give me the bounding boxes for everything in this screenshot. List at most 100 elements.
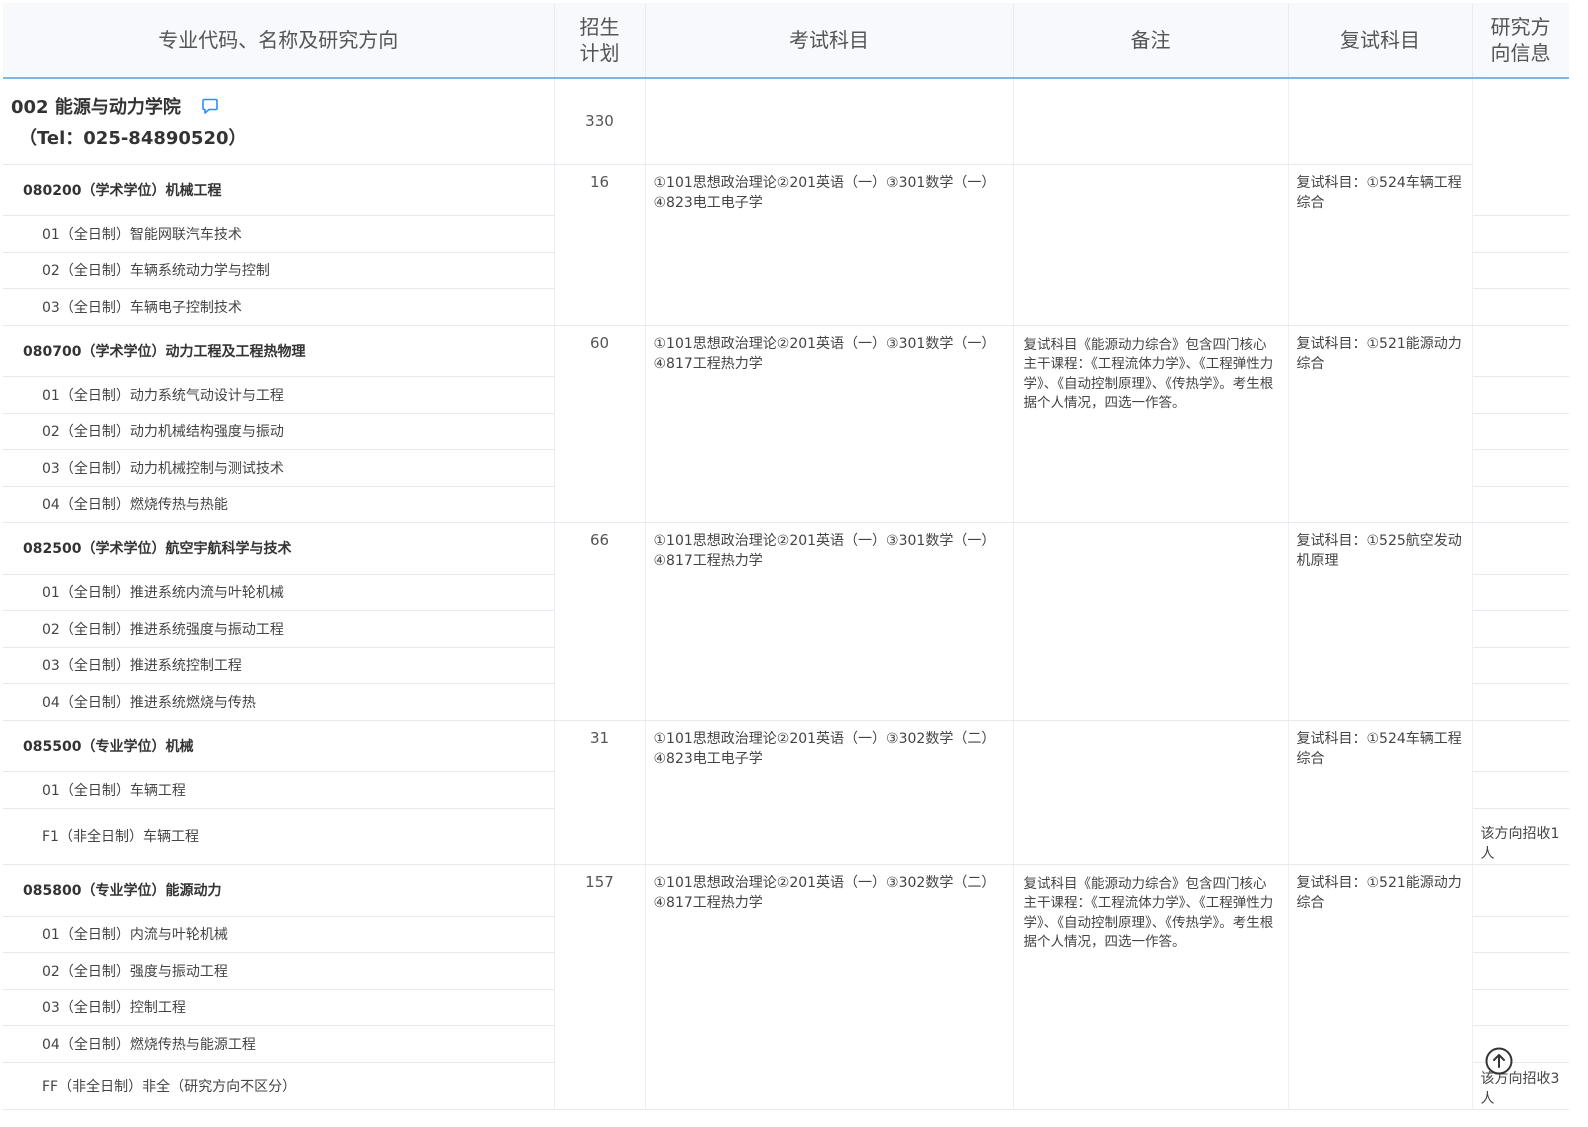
exam-line-2: ④817工程热力学 [653, 552, 763, 569]
major-info [1472, 325, 1569, 377]
header-info: 研究方 向信息 [1472, 3, 1569, 79]
college-tel: （Tel：025-84890520） [19, 128, 247, 149]
direction-info: 该方向招收1人 [1472, 808, 1569, 865]
exam-line-2: ④823电工电子学 [653, 194, 763, 211]
direction-info [1472, 449, 1569, 487]
major-row: 085800（专业学位）能源动力 157 ①101思想政治理论②201英语（一）③3… [3, 864, 1569, 1110]
major-note [1013, 720, 1289, 865]
major-row: 080200（学术学位）机械工程 16 ①101思想政治理论②201英语（一）③30… [3, 164, 1569, 326]
header-info-line2: 向信息 [1490, 41, 1551, 65]
major-plan: 157 [554, 864, 646, 1110]
exam-line-1: ①101思想政治理论②201英语（一）③301数学（一） [653, 335, 996, 352]
major-exam: ①101思想政治理论②201英语（一）③302数学（二） ④817工程热力学 [645, 864, 1014, 1110]
direction-info [1472, 647, 1569, 684]
major-title: 082500（学术学位）航空宇航科学与技术 [3, 522, 555, 575]
major-info [1472, 164, 1569, 216]
major-retest: 复试科目：①521能源动力综合 [1288, 864, 1473, 1110]
major-retest: 复试科目：①525航空发动机原理 [1288, 522, 1473, 721]
college-row: 002 能源与动力学院 （Tel：025-84890520） 330 [3, 78, 1569, 165]
college-note-cell [1013, 78, 1289, 165]
major-title: 080700（学术学位）动力工程及工程热物理 [3, 325, 555, 377]
comment-icon[interactable] [201, 97, 219, 123]
major-note: 复试科目《能源动力综合》包含四门核心主干课程：《工程流体力学》、《工程弹性力学》… [1013, 864, 1289, 1110]
major-note [1013, 522, 1289, 721]
college-info-cell [1472, 78, 1569, 164]
header-plan-line1: 招生 [579, 15, 620, 39]
header-note: 备注 [1013, 3, 1289, 79]
major-row: 082500（学术学位）航空宇航科学与技术 66 ①101思想政治理论②201英语（… [3, 522, 1569, 721]
major-title: 080200（学术学位）机械工程 [3, 164, 555, 216]
direction-name: 03（全日制）动力机械控制与测试技术 [3, 449, 555, 487]
exam-line-1: ①101思想政治理论②201英语（一）③302数学（二） [653, 874, 996, 891]
header-name: 专业代码、名称及研究方向 [3, 3, 555, 79]
exam-line-1: ①101思想政治理论②201英语（一）③301数学（一） [653, 532, 996, 549]
college-exam-cell [645, 78, 1014, 165]
direction-name: 02（全日制）强度与振动工程 [3, 952, 555, 990]
major-note: 复试科目《能源动力综合》包含四门核心主干课程：《工程流体力学》、《工程弹性力学》… [1013, 325, 1289, 523]
direction-info [1472, 771, 1569, 809]
major-retest: 复试科目：①524车辆工程综合 [1288, 720, 1473, 865]
direction-name: 04（全日制）推进系统燃烧与传热 [3, 683, 555, 721]
exam-line-1: ①101思想政治理论②201英语（一）③302数学（二） [653, 730, 996, 747]
direction-name: 02（全日制）动力机械结构强度与振动 [3, 413, 555, 450]
direction-name: 02（全日制）推进系统强度与振动工程 [3, 610, 555, 648]
exam-line-2: ④817工程热力学 [653, 355, 763, 372]
major-info [1472, 522, 1569, 575]
program-table: 专业代码、名称及研究方向 招生 计划 考试科目 备注 复试科目 研究方 向信息 00… [3, 3, 1569, 1110]
major-info [1472, 864, 1569, 917]
major-plan: 31 [554, 720, 646, 865]
college-name: 002 能源与动力学院 [11, 97, 181, 118]
college-retest-cell [1288, 78, 1473, 165]
major-note [1013, 164, 1289, 326]
back-to-top-icon[interactable] [1484, 1046, 1514, 1076]
major-exam: ①101思想政治理论②201英语（一）③301数学（一） ④817工程热力学 [645, 522, 1014, 721]
direction-info [1472, 413, 1569, 450]
program-table-wrapper: 专业代码、名称及研究方向 招生 计划 考试科目 备注 复试科目 研究方 向信息 00… [3, 3, 1569, 1127]
direction-name: 03（全日制）车辆电子控制技术 [3, 288, 555, 326]
direction-info [1472, 952, 1569, 990]
major-plan: 16 [554, 164, 646, 326]
direction-info [1472, 610, 1569, 648]
major-title: 085500（专业学位）机械 [3, 720, 555, 772]
header-exam: 考试科目 [645, 3, 1014, 79]
major-retest: 复试科目：①521能源动力综合 [1288, 325, 1473, 523]
major-info [1472, 720, 1569, 772]
direction-name: 02（全日制）车辆系统动力学与控制 [3, 252, 555, 289]
header-info-line1: 研究方 [1490, 15, 1551, 39]
major-row: 085500（专业学位）机械 31 ①101思想政治理论②201英语（一）③302数… [3, 720, 1569, 865]
college-cell: 002 能源与动力学院 （Tel：025-84890520） [3, 78, 555, 165]
exam-line-1: ①101思想政治理论②201英语（一）③301数学（一） [653, 174, 996, 191]
direction-name: 03（全日制）控制工程 [3, 989, 555, 1026]
direction-name: 01（全日制）内流与叶轮机械 [3, 916, 555, 953]
direction-info [1472, 252, 1569, 289]
direction-info [1472, 288, 1569, 326]
direction-name: 03（全日制）推进系统控制工程 [3, 647, 555, 684]
major-row: 080700（学术学位）动力工程及工程热物理 60 ①101思想政治理论②201英语… [3, 325, 1569, 523]
direction-info [1472, 486, 1569, 523]
exam-line-2: ④823电工电子学 [653, 750, 763, 767]
header-plan: 招生 计划 [554, 3, 646, 79]
major-retest: 复试科目：①524车辆工程综合 [1288, 164, 1473, 326]
direction-info [1472, 215, 1569, 253]
header-plan-line2: 计划 [579, 41, 620, 65]
direction-name: 01（全日制）车辆工程 [3, 771, 555, 809]
direction-name: 01（全日制）推进系统内流与叶轮机械 [3, 574, 555, 611]
direction-name: F1（非全日制）车辆工程 [3, 808, 555, 865]
exam-line-2: ④817工程热力学 [653, 894, 763, 911]
direction-info [1472, 989, 1569, 1026]
major-exam: ①101思想政治理论②201英语（一）③301数学（一） ④817工程热力学 [645, 325, 1014, 523]
major-exam: ①101思想政治理论②201英语（一）③301数学（一） ④823电工电子学 [645, 164, 1014, 326]
header-retest: 复试科目 [1288, 3, 1473, 79]
major-plan: 60 [554, 325, 646, 523]
direction-info [1472, 376, 1569, 414]
college-plan: 330 [554, 78, 646, 165]
direction-name: 01（全日制）动力系统气动设计与工程 [3, 376, 555, 414]
direction-info [1472, 916, 1569, 953]
direction-name: 04（全日制）燃烧传热与热能 [3, 486, 555, 523]
direction-info [1472, 683, 1569, 721]
direction-info [1472, 574, 1569, 611]
direction-name: 04（全日制）燃烧传热与能源工程 [3, 1025, 555, 1063]
table-header-row: 专业代码、名称及研究方向 招生 计划 考试科目 备注 复试科目 研究方 向信息 [3, 3, 1569, 79]
direction-name: 01（全日制）智能网联汽车技术 [3, 215, 555, 253]
direction-name: FF（非全日制）非全（研究方向不区分） [3, 1062, 555, 1110]
